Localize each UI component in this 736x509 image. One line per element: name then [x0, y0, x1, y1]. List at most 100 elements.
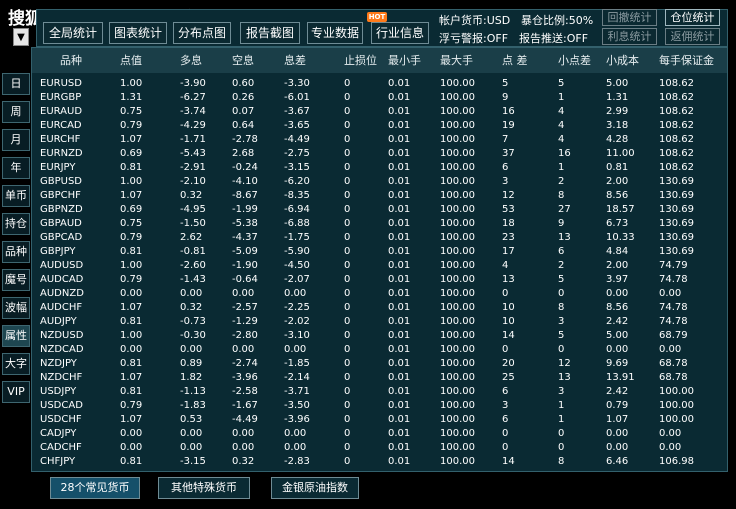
table-cell: 100.00 [440, 302, 475, 313]
pro-data-button[interactable]: 专业数据 [307, 22, 363, 44]
table-cell: 11.00 [606, 148, 635, 159]
column-header-5[interactable]: 止损位 [344, 48, 377, 73]
table-cell: -3.96 [284, 414, 310, 425]
table-row[interactable]: NZDUSD 1.00 -0.30 -2.80 -3.10 0 0.01 100.00 14 5 5… [32, 329, 727, 343]
column-header-9[interactable]: 小点差 [558, 48, 591, 73]
sidebar-item-5[interactable]: 持仓 [2, 213, 30, 235]
position-stats-button[interactable]: 仓位统计 [665, 9, 720, 26]
table-cell: 0.00 [232, 288, 255, 299]
sidebar-item-6[interactable]: 品种 [2, 241, 30, 263]
column-header-0[interactable]: 品种 [60, 48, 82, 73]
float-alert-label[interactable]: 浮亏警报:OFF [439, 30, 508, 46]
table-row[interactable]: AUDUSD 1.00 -2.60 -1.90 -4.50 0 0.01 100.00 4 2 2.… [32, 259, 727, 273]
table-row[interactable]: GBPJPY 0.81 -0.81 -5.09 -5.90 0 0.01 100.00 17 6 4… [32, 245, 727, 259]
table-row[interactable]: EURGBP 1.31 -6.27 0.26 -6.01 0 0.01 100.00 9 1 1.3… [32, 91, 727, 105]
table-row[interactable]: EURCAD 0.79 -4.29 0.64 -3.65 0 0.01 100.00 19 4 3.… [32, 119, 727, 133]
table-row[interactable]: NZDCHF 1.07 1.82 -3.96 -2.14 0 0.01 100.00 25 13 1… [32, 371, 727, 385]
table-cell: 8.56 [606, 302, 629, 313]
table-cell: 0.81 [120, 358, 143, 369]
interest-stats-button[interactable]: 利息统计 [602, 28, 657, 45]
table-row[interactable]: USDJPY 0.81 -1.13 -2.58 -3.71 0 0.01 100.00 6 3 2.… [32, 385, 727, 399]
table-cell: 3.18 [606, 120, 629, 131]
table-row[interactable]: NZDCAD 0.00 0.00 0.00 0.00 0 0.01 100.00 0 0 0.00 0… [32, 343, 727, 357]
sidebar-item-0[interactable]: 日 [2, 73, 30, 95]
table-cell: 74.78 [659, 302, 688, 313]
table-row[interactable]: USDCHF 1.07 0.53 -4.49 -3.96 0 0.01 100.00 6 1 1.0… [32, 413, 727, 427]
chart-stats-button[interactable]: 图表统计 [109, 22, 167, 44]
column-header-6[interactable]: 最小手 [388, 48, 421, 73]
report-push-label[interactable]: 报告推送:OFF [519, 30, 588, 46]
column-header-2[interactable]: 多息 [180, 48, 202, 73]
symbol-cell: NZDJPY [40, 358, 77, 369]
hot-badge: HOT [367, 12, 387, 22]
sidebar-item-9[interactable]: 属性 [2, 325, 30, 347]
sidebar-item-8[interactable]: 波幅 [2, 297, 30, 319]
table-row[interactable]: AUDNZD 0.00 0.00 0.00 0.00 0 0.01 100.00 0 0 0.00 0… [32, 287, 727, 301]
table-cell: -0.30 [180, 330, 206, 341]
table-cell: 0.00 [606, 288, 629, 299]
symbol-cell: AUDCHF [40, 302, 83, 313]
bottom-tab-0[interactable]: 28个常见货币 [50, 477, 140, 499]
sidebar-item-4[interactable]: 单币 [2, 185, 30, 207]
table-row[interactable]: GBPAUD 0.75 -1.50 -5.38 -6.88 0 0.01 100.00 18 9 6… [32, 217, 727, 231]
rebate-stats-button[interactable]: 返佣统计 [665, 28, 720, 45]
table-row[interactable]: CADCHF 0.00 0.00 0.00 0.00 0 0.01 100.00 0 0 0.00 0… [32, 441, 727, 455]
column-header-8[interactable]: 点 差 [502, 48, 528, 73]
table-row[interactable]: AUDCAD 0.79 -1.43 -0.64 -2.07 0 0.01 100.00 13 5 3… [32, 273, 727, 287]
report-screenshot-button[interactable]: 报告截图 [240, 22, 300, 44]
dropdown-toggle-icon[interactable]: ▼ [13, 28, 29, 46]
table-row[interactable]: EURAUD 0.75 -3.74 0.07 -3.67 0 0.01 100.00 16 4 2.… [32, 105, 727, 119]
table-row[interactable]: EURNZD 0.69 -5.43 2.68 -2.75 0 0.01 100.00 37 16 1… [32, 147, 727, 161]
bottom-tab-1[interactable]: 其他特殊货币 [158, 477, 250, 499]
sidebar-item-11[interactable]: VIP [2, 381, 30, 403]
sidebar-item-1[interactable]: 周 [2, 101, 30, 123]
table-row[interactable]: GBPUSD 1.00 -2.10 -4.10 -6.20 0 0.01 100.00 3 2 2.… [32, 175, 727, 189]
table-row[interactable]: AUDCHF 1.07 0.32 -2.57 -2.25 0 0.01 100.00 10 8 8.… [32, 301, 727, 315]
table-row[interactable]: GBPCAD 0.79 2.62 -4.37 -1.75 0 0.01 100.00 23 13 1… [32, 231, 727, 245]
table-cell: 0.01 [388, 232, 411, 243]
table-cell: 0.01 [388, 456, 411, 467]
table-row[interactable]: CHFJPY 0.81 -3.15 0.32 -2.83 0 0.01 100.00 14 8 6.… [32, 455, 727, 469]
table-row[interactable]: GBPNZD 0.69 -4.95 -1.99 -6.94 0 0.01 100.00 53 27… [32, 203, 727, 217]
table-cell: 0.01 [388, 316, 411, 327]
table-row[interactable]: NZDJPY 0.81 0.89 -2.74 -1.85 0 0.01 100.00 20 12 9… [32, 357, 727, 371]
sidebar-item-2[interactable]: 月 [2, 129, 30, 151]
sidebar-item-7[interactable]: 魔号 [2, 269, 30, 291]
sidebar-item-10[interactable]: 大字 [2, 353, 30, 375]
table-cell: 8 [558, 190, 565, 201]
column-header-10[interactable]: 小成本 [606, 48, 639, 73]
table-cell: 4 [558, 106, 565, 117]
global-stats-button[interactable]: 全局统计 [43, 22, 103, 44]
table-cell: -4.50 [284, 260, 310, 271]
distribution-chart-button[interactable]: 分布点图 [173, 22, 231, 44]
table-cell: 100.00 [440, 330, 475, 341]
table-cell: 100.00 [440, 162, 475, 173]
table-cell: 0 [558, 288, 565, 299]
column-header-3[interactable]: 空息 [232, 48, 254, 73]
table-row[interactable]: EURJPY 0.81 -2.91 -0.24 -3.15 0 0.01 100.00 6 1 0.… [32, 161, 727, 175]
column-header-4[interactable]: 息差 [284, 48, 306, 73]
table-cell: -5.90 [284, 246, 310, 257]
column-header-1[interactable]: 点值 [120, 48, 142, 73]
table-row[interactable]: GBPCHF 1.07 0.32 -8.67 -8.35 0 0.01 100.00 12 8 8.… [32, 189, 727, 203]
table-cell: 0.00 [284, 442, 307, 453]
table-row[interactable]: USDCAD 0.79 -1.83 -1.67 -3.50 0 0.01 100.00 3 1 0.… [32, 399, 727, 413]
drawdown-stats-button[interactable]: 回撤统计 [602, 9, 657, 26]
bottom-tab-2[interactable]: 金银原油指数 [271, 477, 359, 499]
column-header-7[interactable]: 最大手 [440, 48, 473, 73]
industry-info-button[interactable]: 行业信息 [371, 22, 429, 44]
table-row[interactable]: EURCHF 1.07 -1.71 -2.78 -4.49 0 0.01 100.00 7 4 4.… [32, 133, 727, 147]
table-cell: 100.00 [440, 106, 475, 117]
sidebar-item-3[interactable]: 年 [2, 157, 30, 179]
table-row[interactable]: CADJPY 0.00 0.00 0.00 0.00 0 0.01 100.00 0 0 0.00 0… [32, 427, 727, 441]
table-cell: -2.80 [232, 330, 258, 341]
table-cell: 74.79 [659, 260, 688, 271]
table-row[interactable]: AUDJPY 0.81 -0.73 -1.29 -2.02 0 0.01 100.00 10 3 2… [32, 315, 727, 329]
table-row[interactable]: EURUSD 1.00 -3.90 0.60 -3.30 0 0.01 100.00 5 5 5.0… [32, 77, 727, 91]
column-header-11[interactable]: 每手保证金 [659, 48, 714, 73]
table-cell: -5.38 [232, 218, 258, 229]
table-cell: 0 [502, 428, 509, 439]
table-cell: 130.69 [659, 246, 694, 257]
symbol-cell: USDCHF [40, 414, 82, 425]
table-cell: 0 [344, 358, 351, 369]
